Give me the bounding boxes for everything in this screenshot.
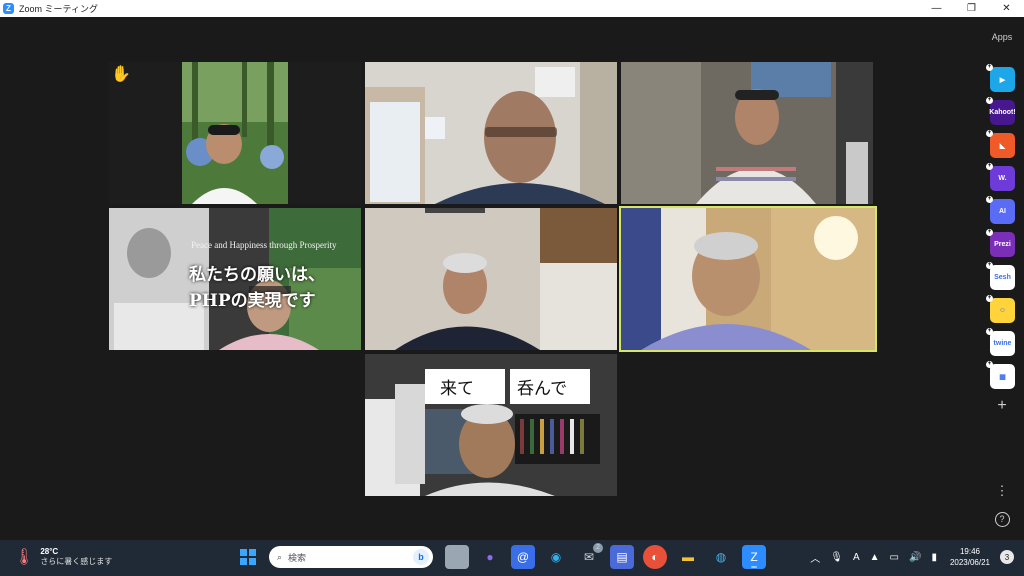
store-icon[interactable]: ▤ <box>610 545 634 569</box>
add-app-icon[interactable]: + <box>980 397 1024 415</box>
app-label: AI <box>999 208 1006 215</box>
app-twine-icon[interactable]: + twine <box>986 328 1015 356</box>
poster-text-2: 呑んで <box>517 379 568 399</box>
zoom-taskbar-icon[interactable]: Z <box>742 545 766 569</box>
participant-video <box>365 354 617 496</box>
participant-video <box>621 208 875 350</box>
add-badge-icon: + <box>986 196 993 203</box>
app-label: Sesh <box>994 274 1011 281</box>
edge-browser-icon[interactable]: ◉ <box>544 545 568 569</box>
video-tile-participant-5[interactable] <box>365 208 617 350</box>
ime-icon[interactable]: A <box>853 552 860 563</box>
add-badge-icon: + <box>986 64 993 71</box>
app-kahoot-icon[interactable]: + Kahoot! <box>986 97 1016 125</box>
teams-chat-icon[interactable]: ● <box>478 545 502 569</box>
add-badge-icon: + <box>986 130 993 137</box>
more-options-icon[interactable]: ⋮ <box>980 483 1024 499</box>
clock[interactable]: 19:46 2023/06/21 <box>950 546 990 568</box>
app-1-icon[interactable]: + ▶ <box>986 64 1015 92</box>
window-title: Zoom ミーティング <box>19 4 98 14</box>
app-label: ☺ <box>998 307 1007 314</box>
zoom-logo-icon: Z <box>3 3 14 14</box>
add-badge-icon: + <box>986 229 993 236</box>
app-label: ◣ <box>999 142 1006 150</box>
video-gallery: ✋ Peace and Happiness through Prosperity… <box>0 17 980 540</box>
app-label: twine <box>993 340 1012 347</box>
video-tile-participant-1[interactable]: ✋ <box>109 62 361 204</box>
app-sesh-icon[interactable]: + Sesh <box>986 262 1015 290</box>
clock-date: 2023/06/21 <box>949 558 990 567</box>
minimize-button[interactable]: — <box>919 0 954 17</box>
app-prezi-icon[interactable]: + Prezi <box>986 229 1015 257</box>
video-tile-active-speaker[interactable] <box>619 206 877 352</box>
app-label: Prezi <box>994 241 1011 248</box>
battery-icon[interactable]: ▮ <box>931 552 937 563</box>
raise-hand-icon: ✋ <box>111 66 131 83</box>
add-badge-icon: + <box>986 361 993 368</box>
help-icon[interactable]: ? <box>980 509 1024 527</box>
weather-temp: 28°C <box>40 547 59 556</box>
participant-video <box>365 208 617 350</box>
volume-icon[interactable]: 🔊 <box>909 552 921 563</box>
slide-caption-ja-1: 私たちの願いは、 <box>189 265 325 285</box>
weather-desc: さらに暑く感じます <box>40 557 113 566</box>
microphone-icon[interactable]: 🎙 <box>830 552 843 563</box>
slide-caption-en: Peace and Happiness through Prosperity <box>191 240 337 250</box>
add-badge-icon: + <box>986 328 993 335</box>
participant-video <box>365 62 617 204</box>
add-badge-icon: + <box>986 163 993 170</box>
active-indicator <box>751 566 757 568</box>
help-glyph: ? <box>994 512 1010 527</box>
display-icon[interactable]: ▭ <box>890 552 899 563</box>
search-icon: ⌕ <box>277 551 283 562</box>
app-emoji-icon[interactable]: + ☺ <box>986 295 1015 323</box>
add-badge-icon: + <box>986 262 993 269</box>
title-bar: Z Zoom ミーティング — ❐ ✕ <box>0 0 1024 17</box>
apps-sidebar: Apps + ▶ + Kahoot! + ◣ + W. + AI + Prezi + Sesh + ☺ + twi… <box>980 17 1024 540</box>
system-tray: ︿ 🎙 A ▲ ▭ 🔊 ▮ 19:46 2023/06/21 3 <box>805 546 1014 568</box>
mail-icon[interactable]: ✉ 2 <box>577 543 603 569</box>
bing-icon[interactable]: b <box>413 549 429 565</box>
weather-widget[interactable]: 🌡 28°C さらに暑く感じます <box>14 547 112 567</box>
restore-button[interactable]: ❐ <box>954 0 989 17</box>
tray-chevron-icon[interactable]: ︿ <box>810 550 820 565</box>
app-label: W. <box>998 175 1007 182</box>
app-label: Kahoot! <box>989 109 1016 116</box>
app-label: ▶ <box>999 76 1006 84</box>
mail-badge: 2 <box>593 543 603 553</box>
app-ai-icon[interactable]: + AI <box>986 196 1015 224</box>
start-button[interactable] <box>236 545 260 569</box>
video-tile-participant-4[interactable]: Peace and Happiness through Prosperity 私… <box>109 208 361 350</box>
windows-taskbar: 🌡 28°C さらに暑く感じます ⌕ 検索 b ● @ ◉ ✉ 2 ▤ ◐ ▬ … <box>0 540 1024 576</box>
app-3-icon[interactable]: + ◣ <box>986 130 1015 158</box>
clock-time: 19:46 <box>959 547 980 556</box>
participant-video <box>182 62 288 204</box>
app-label: ▦ <box>999 373 1006 381</box>
app-red-icon[interactable]: ◐ <box>643 545 667 569</box>
file-explorer-icon[interactable]: ▬ <box>676 545 700 569</box>
app-wooclap-icon[interactable]: + W. <box>986 163 1015 191</box>
search-placeholder: 検索 <box>288 552 307 563</box>
notification-badge[interactable]: 3 <box>1000 550 1014 564</box>
app-grid-icon[interactable]: + ▦ <box>986 361 1015 389</box>
mail-at-icon[interactable]: @ <box>511 545 535 569</box>
video-tile-participant-2[interactable] <box>365 62 617 204</box>
taskbar-search[interactable]: ⌕ 検索 b <box>269 546 433 568</box>
close-button[interactable]: ✕ <box>989 0 1024 17</box>
apps-title: Apps <box>991 32 1013 42</box>
thermometer-icon: 🌡 <box>14 549 35 566</box>
video-tile-participant-7[interactable]: 来て 呑んで <box>365 354 617 496</box>
task-view-icon[interactable] <box>445 545 469 569</box>
participant-video <box>621 62 873 204</box>
add-badge-icon: + <box>986 97 993 104</box>
slide-caption-ja-2: PHPの実現です <box>189 291 316 311</box>
poster-text-1: 来て <box>440 379 474 399</box>
adobe-icon[interactable]: ▲ <box>870 552 880 563</box>
globe-app-icon[interactable]: ◍ <box>709 545 733 569</box>
add-badge-icon: + <box>986 295 993 302</box>
windows-logo-icon <box>240 549 256 565</box>
video-tile-participant-3[interactable] <box>621 62 873 204</box>
